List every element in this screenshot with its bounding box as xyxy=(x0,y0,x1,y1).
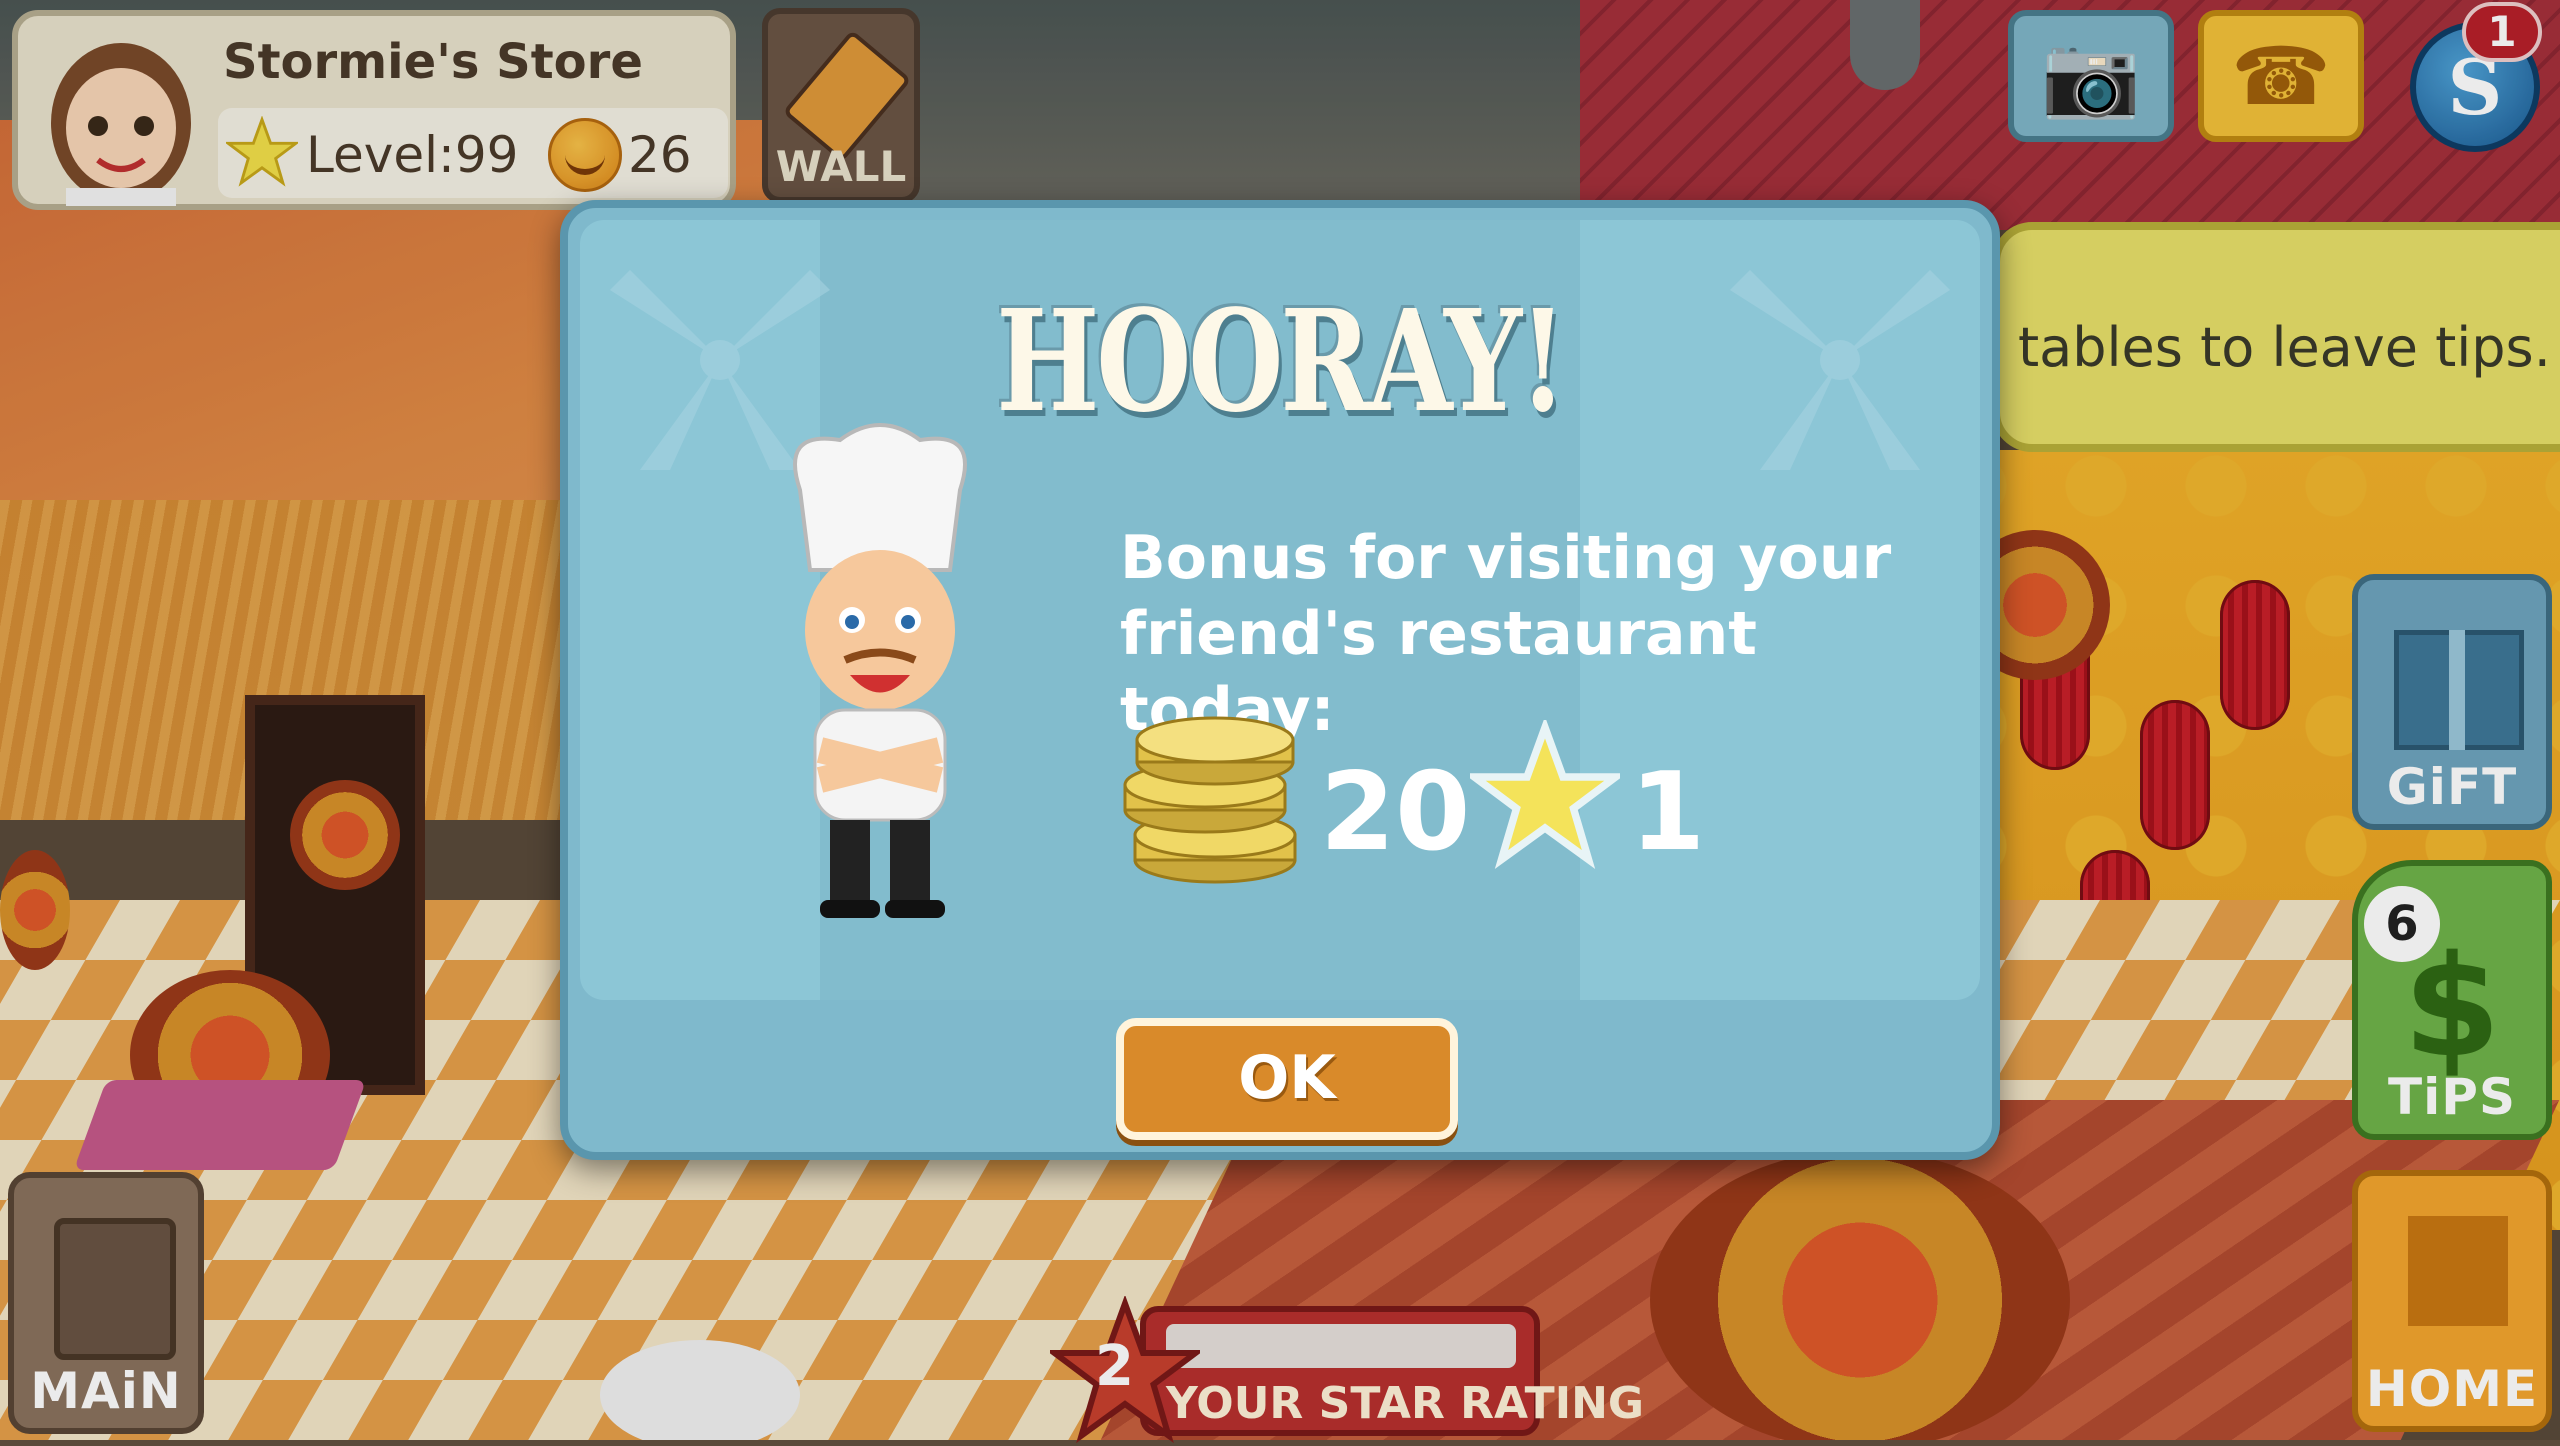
bonus-dialog: HOORAY! Bonus for visiting your friend's… xyxy=(560,200,2000,1160)
ok-button[interactable]: OK xyxy=(1116,1018,1458,1140)
coins-reward: 20 xyxy=(1320,750,1471,875)
message-line-1: Bonus for visiting your xyxy=(1120,523,1892,593)
reward-row: 20 1 xyxy=(1120,710,1820,890)
stars-reward: 1 xyxy=(1630,750,1706,875)
star-icon xyxy=(1470,720,1620,869)
chef-character-icon xyxy=(793,423,967,918)
dialog-panel: HOORAY! Bonus for visiting your friend's… xyxy=(580,220,1980,1000)
coin-stack-icon xyxy=(1123,716,1297,884)
